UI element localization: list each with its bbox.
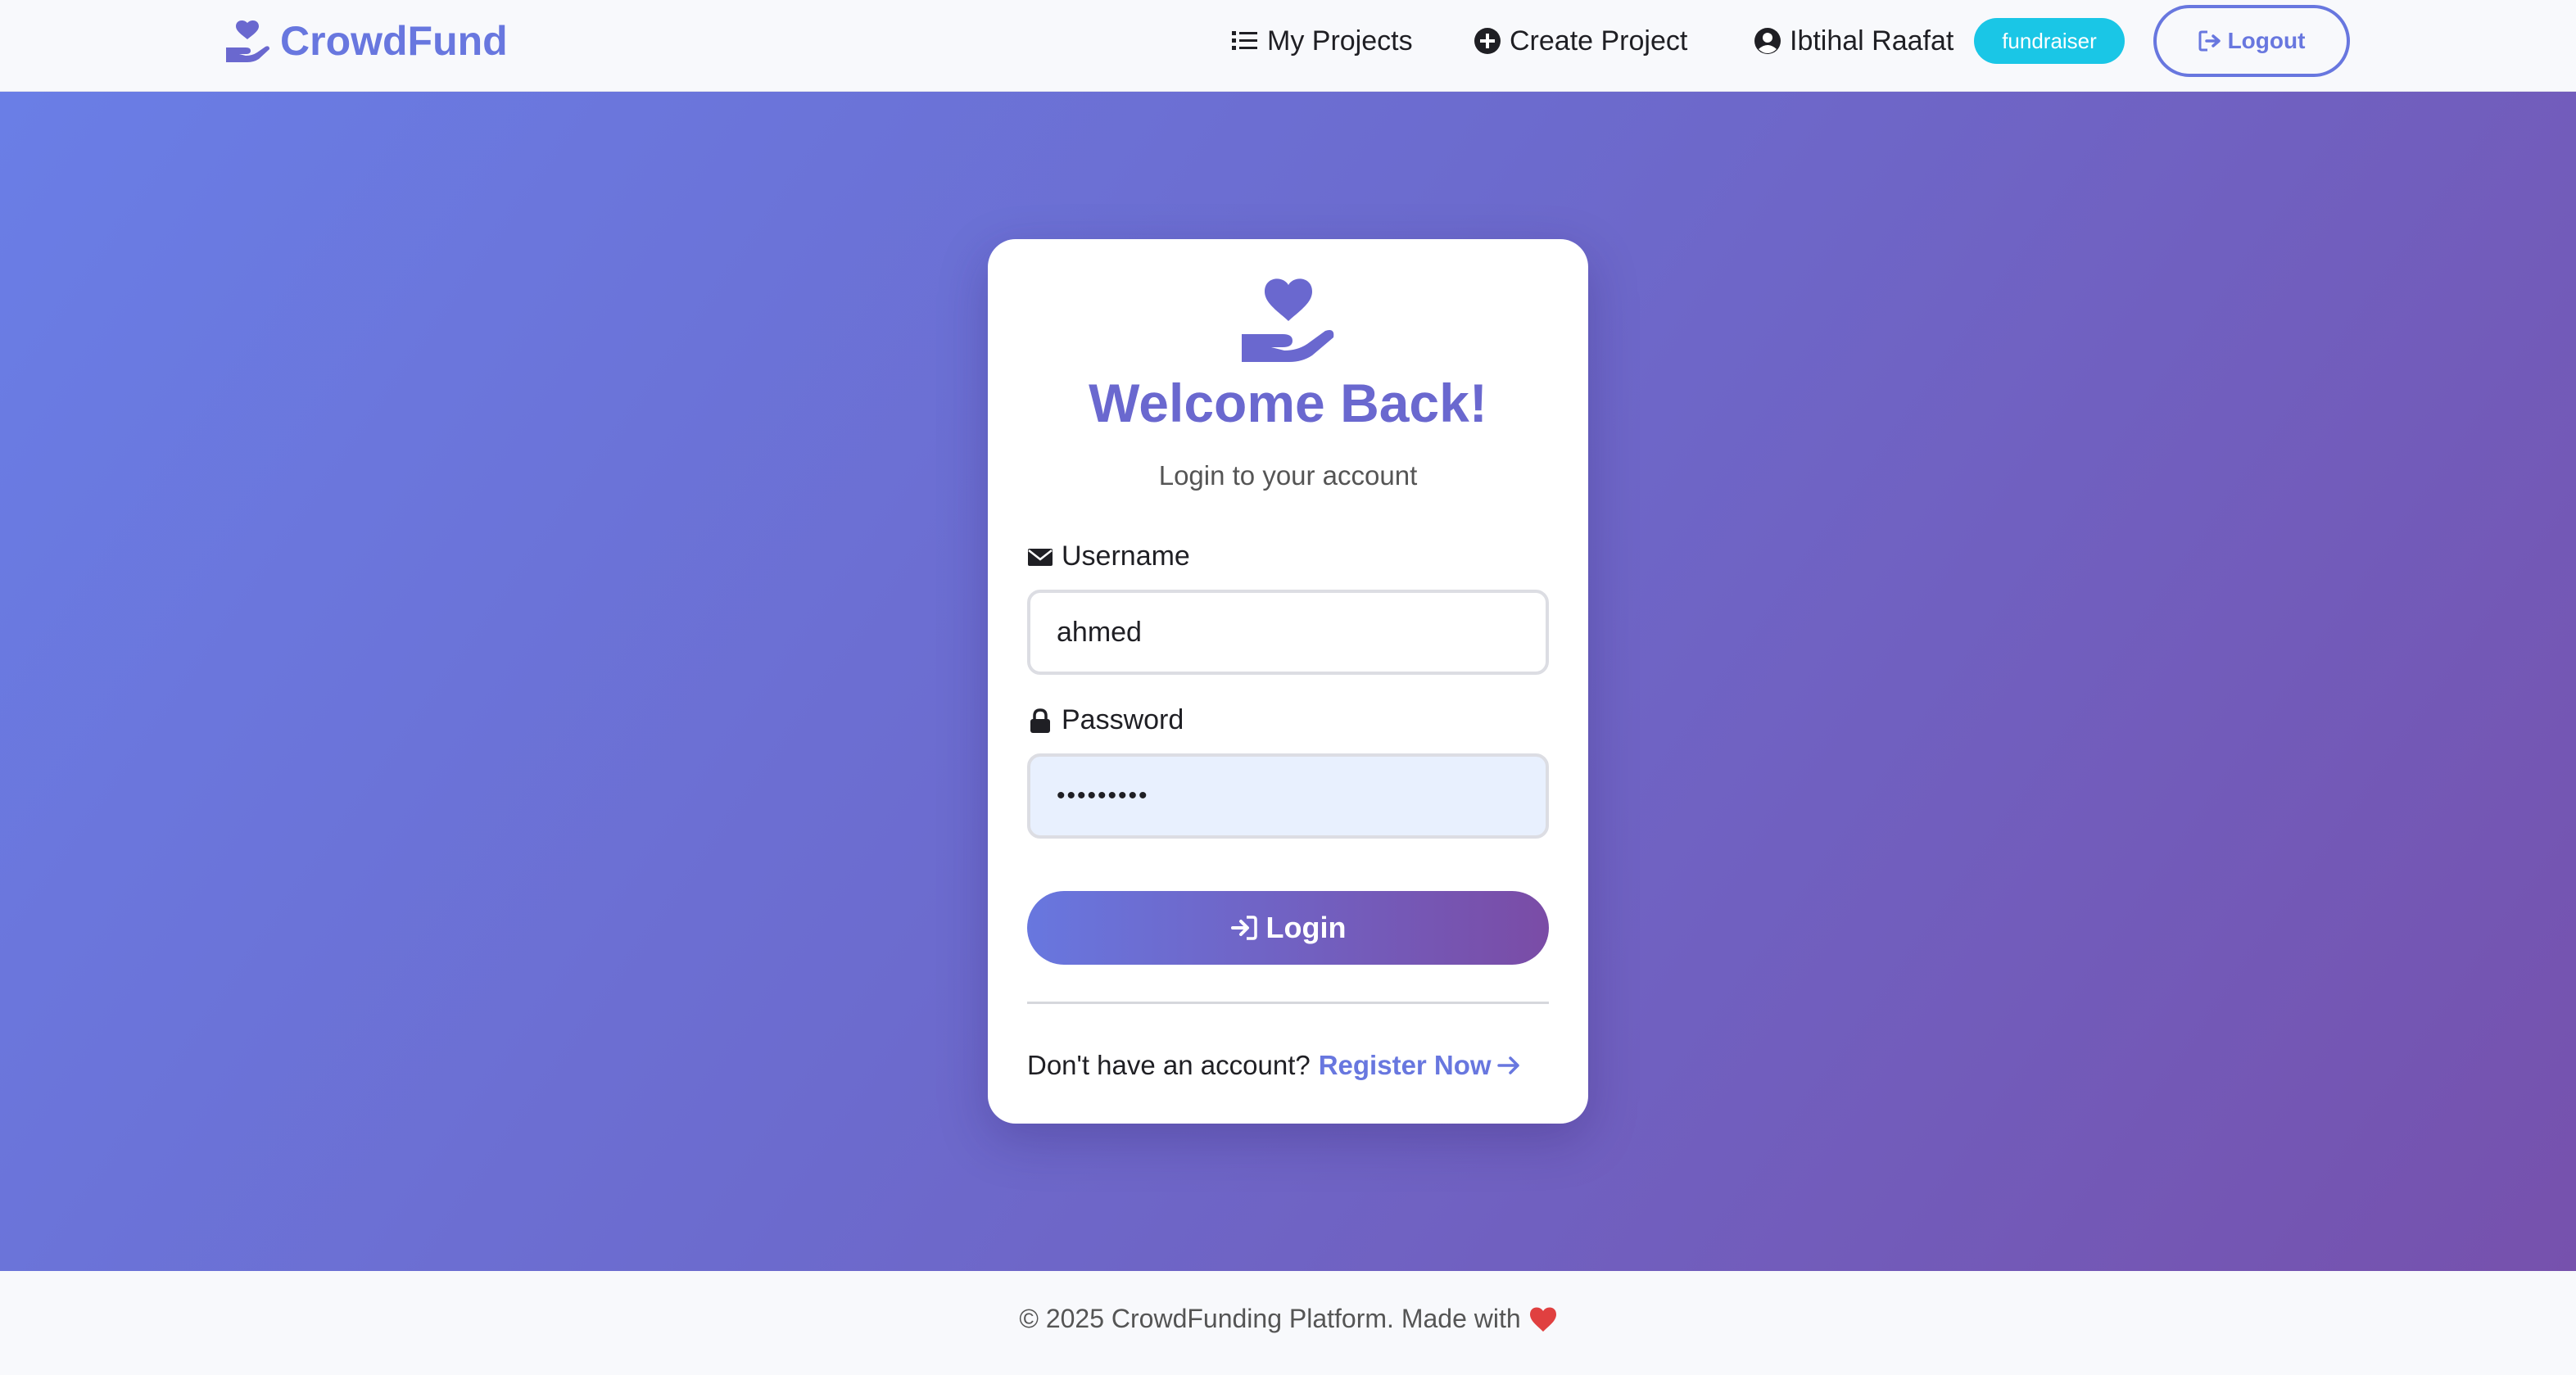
arrow-right-icon bbox=[1496, 1056, 1519, 1074]
register-link[interactable]: Register Now bbox=[1319, 1050, 1521, 1081]
nav-my-projects[interactable]: My Projects bbox=[1231, 18, 1413, 64]
brand-logo[interactable]: CrowdFund bbox=[224, 16, 508, 66]
password-label-text: Password bbox=[1062, 704, 1184, 735]
sign-in-icon bbox=[1230, 916, 1257, 940]
register-prompt: Don't have an account? bbox=[1027, 1050, 1311, 1080]
list-icon bbox=[1232, 31, 1257, 50]
navbar: CrowdFund My Projects Create Project Ibt… bbox=[0, 0, 2576, 92]
divider bbox=[1027, 1002, 1549, 1004]
footer-copyright: © 2025 CrowdFunding Platform. Made with bbox=[1019, 1304, 1521, 1333]
login-card: Welcome Back! Login to your account User… bbox=[988, 239, 1588, 1124]
footer: © 2025 CrowdFunding Platform. Made with bbox=[0, 1271, 2576, 1375]
logout-label: Logout bbox=[2227, 28, 2306, 53]
lock-icon bbox=[1030, 708, 1050, 733]
nav-user: Ibtihal Raafat bbox=[1754, 18, 1954, 64]
register-link-text: Register Now bbox=[1318, 1050, 1492, 1080]
nav-create-project[interactable]: Create Project bbox=[1474, 18, 1687, 64]
logout-button[interactable]: Logout bbox=[2153, 5, 2350, 77]
login-button-label: Login bbox=[1265, 911, 1347, 944]
envelope-icon bbox=[1028, 548, 1053, 566]
plus-circle-icon bbox=[1474, 28, 1501, 54]
nav-create-project-label: Create Project bbox=[1510, 25, 1688, 57]
role-badge: fundraiser bbox=[1974, 18, 2125, 64]
user-name: Ibtihal Raafat bbox=[1790, 25, 1954, 57]
login-button[interactable]: Login bbox=[1027, 891, 1549, 965]
card-subtitle: Login to your account bbox=[1158, 460, 1418, 491]
password-label: Password bbox=[1027, 704, 1184, 736]
username-label: Username bbox=[1027, 541, 1190, 572]
username-input[interactable]: ahmed bbox=[1027, 590, 1549, 675]
register-row: Don't have an account? Register Now bbox=[1027, 1045, 1549, 1086]
hand-holding-heart-icon bbox=[226, 20, 269, 62]
nav-my-projects-label: My Projects bbox=[1267, 25, 1413, 57]
heart-icon bbox=[1529, 1306, 1556, 1332]
brand-name: CrowdFund bbox=[280, 18, 508, 64]
footer-text: © 2025 CrowdFunding Platform. Made with bbox=[0, 1304, 2576, 1334]
username-label-text: Username bbox=[1062, 541, 1190, 572]
card-title: Welcome Back! bbox=[1089, 373, 1487, 433]
hand-holding-heart-icon bbox=[1242, 278, 1334, 362]
user-circle-icon bbox=[1754, 28, 1781, 54]
password-input[interactable]: ••••••••• bbox=[1027, 753, 1549, 839]
sign-out-icon bbox=[2198, 30, 2221, 52]
